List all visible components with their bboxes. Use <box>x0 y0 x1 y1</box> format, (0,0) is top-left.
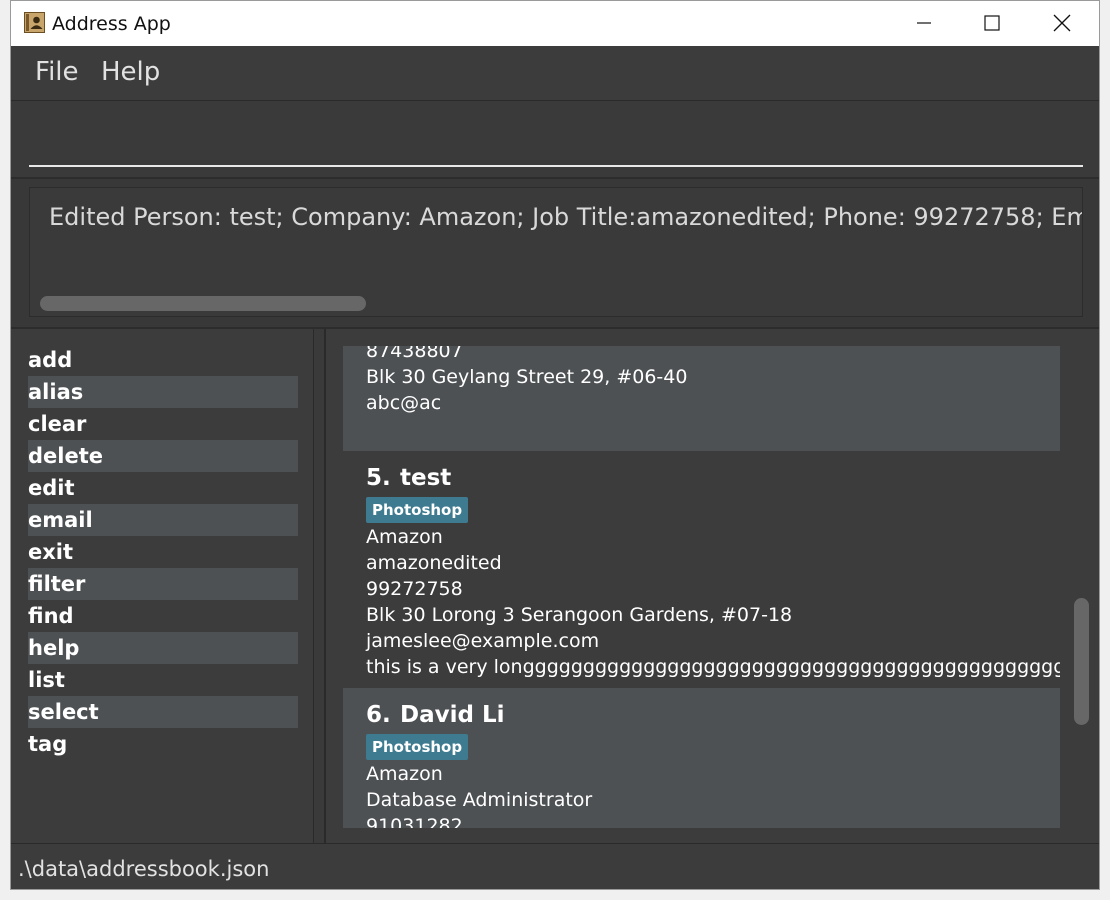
person-card[interactable]: 6. David Li Photoshop Amazon Database Ad… <box>343 688 1060 828</box>
person-company: Amazon <box>366 763 443 785</box>
window-title: Address App <box>52 13 171 35</box>
command-item-email[interactable]: email <box>28 504 298 536</box>
command-item-alias[interactable]: alias <box>28 376 298 408</box>
command-item-label: delete <box>28 444 103 468</box>
command-list-panel: add alias clear delete edit email exit f… <box>11 329 313 843</box>
result-display[interactable]: Edited Person: test; Company: Amazon; Jo… <box>29 187 1083 317</box>
person-card[interactable]: 5. test Photoshop Amazon amazonedited 99… <box>343 451 1060 688</box>
command-item-clear[interactable]: clear <box>28 408 298 440</box>
person-phone: 99272758 <box>366 578 463 600</box>
person-tag: Photoshop <box>366 497 469 523</box>
result-display-pane: Edited Person: test; Company: Amazon; Jo… <box>11 179 1099 329</box>
command-item-label: add <box>28 348 73 372</box>
minimize-icon <box>917 22 931 24</box>
command-item-label: exit <box>28 540 74 564</box>
save-location: .\data\addressbook.json <box>18 857 270 881</box>
menu-file[interactable]: File <box>35 56 79 88</box>
command-item-edit[interactable]: edit <box>28 472 298 504</box>
person-index: 6. <box>366 702 391 728</box>
command-input[interactable] <box>29 111 1083 167</box>
command-item-label: select <box>28 700 99 724</box>
command-item-label: edit <box>28 476 75 500</box>
menu-help[interactable]: Help <box>101 56 160 88</box>
person-job-title: Database Administrator <box>366 789 593 811</box>
person-email: jameslee@example.com <box>366 630 600 652</box>
person-phone: 87438807 <box>366 346 463 362</box>
person-address: Blk 30 Geylang Street 29, #06-40 <box>366 366 688 388</box>
command-item-find[interactable]: find <box>28 600 298 632</box>
command-item-label: tag <box>28 732 68 756</box>
person-tag: Photoshop <box>366 734 469 760</box>
command-item-label: help <box>28 636 80 660</box>
command-item-select[interactable]: select <box>28 696 298 728</box>
person-job-title: amazonedited <box>366 552 502 574</box>
app-window: Address App File Help Edited Person: tes… <box>10 0 1100 890</box>
person-name: test <box>400 465 452 491</box>
person-remark: this is a very longggggggggggggggggggggg… <box>366 656 1060 678</box>
maximize-button[interactable] <box>959 1 1027 46</box>
command-item-label: alias <box>28 380 84 404</box>
command-item-tag[interactable]: tag <box>28 728 298 760</box>
command-item-list[interactable]: list <box>28 664 298 696</box>
command-item-delete[interactable]: delete <box>28 440 298 472</box>
result-message: Edited Person: test; Company: Amazon; Jo… <box>49 203 1082 231</box>
command-item-label: clear <box>28 412 87 436</box>
command-item-label: email <box>28 508 93 532</box>
person-company: Amazon <box>366 526 443 548</box>
close-button[interactable] <box>1029 1 1097 46</box>
menu-bar: File Help <box>11 46 1099 101</box>
vertical-scrollbar-thumb[interactable] <box>1074 598 1089 725</box>
person-list-panel: 87438807 Blk 30 Geylang Street 29, #06-4… <box>325 329 1099 843</box>
person-address: Blk 30 Lorong 3 Serangoon Gardens, #07-1… <box>366 604 793 626</box>
close-icon <box>1053 14 1071 32</box>
split-pane-divider[interactable] <box>313 329 325 843</box>
command-item-add[interactable]: add <box>28 344 298 376</box>
person-card[interactable]: 87438807 Blk 30 Geylang Street 29, #06-4… <box>343 346 1060 451</box>
person-index: 5. <box>366 465 391 491</box>
minimize-button[interactable] <box>891 1 959 46</box>
horizontal-scrollbar-thumb[interactable] <box>40 296 366 311</box>
address-app-icon <box>24 12 45 33</box>
title-bar: Address App <box>11 1 1099 46</box>
maximize-icon <box>984 15 1000 31</box>
command-item-label: filter <box>28 572 86 596</box>
command-item-label: list <box>28 668 65 692</box>
person-email: abc@ac <box>366 392 442 414</box>
command-item-help[interactable]: help <box>28 632 298 664</box>
person-name: David Li <box>400 702 505 728</box>
command-item-filter[interactable]: filter <box>28 568 298 600</box>
person-phone: 91031282 <box>366 815 463 828</box>
status-bar: .\data\addressbook.json <box>11 843 1099 889</box>
command-item-exit[interactable]: exit <box>28 536 298 568</box>
command-item-label: find <box>28 604 74 628</box>
person-list[interactable]: 87438807 Blk 30 Geylang Street 29, #06-4… <box>343 346 1060 828</box>
command-box-pane <box>11 101 1099 179</box>
